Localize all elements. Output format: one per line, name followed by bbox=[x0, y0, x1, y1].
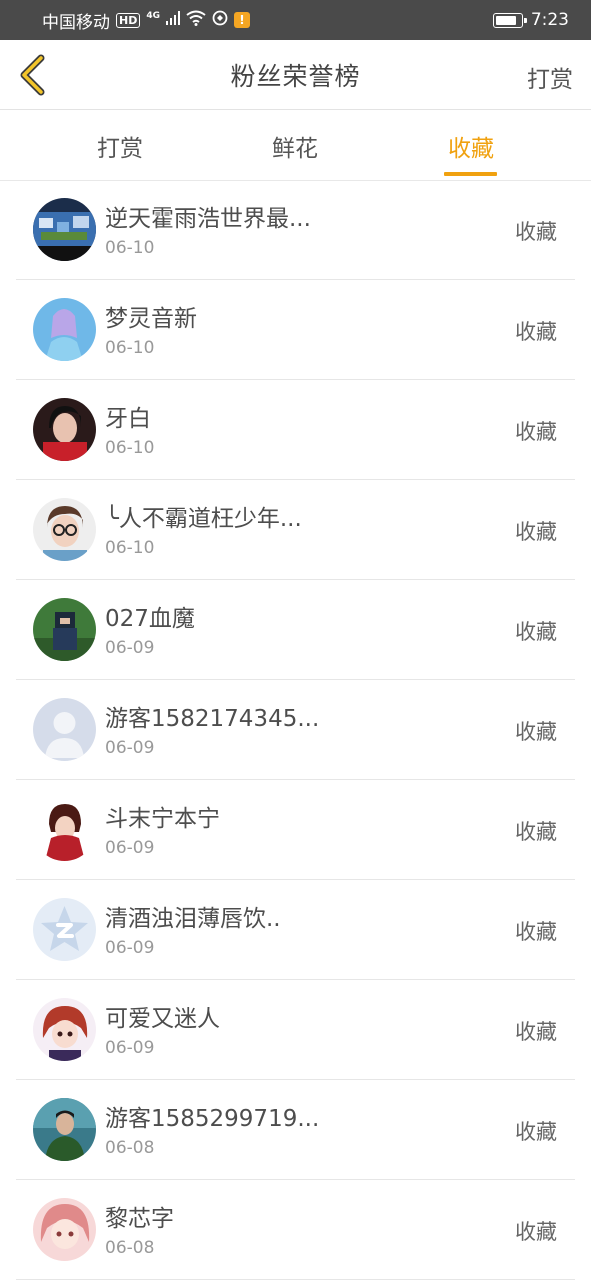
item-date: 06-09 bbox=[105, 738, 155, 758]
favorite-label: 收藏 bbox=[515, 420, 557, 444]
list-item[interactable]: 梦灵音新 06-10 收藏 bbox=[0, 280, 591, 380]
avatar[interactable] bbox=[33, 498, 96, 561]
clock: 7:23 bbox=[530, 10, 569, 30]
user-name: 清酒浊泪薄唇饮.. bbox=[105, 906, 281, 932]
user-name: 逆天霍雨浩世界最... bbox=[105, 206, 311, 232]
wifi-icon bbox=[186, 10, 206, 31]
avatar[interactable] bbox=[33, 898, 96, 961]
list-item[interactable]: ╰人不霸道枉少年... 06-10 收藏 bbox=[0, 480, 591, 580]
avatar[interactable] bbox=[33, 598, 96, 661]
tab-bar: 打赏 鲜花 收藏 bbox=[0, 111, 591, 181]
app-header: 粉丝荣誉榜 打赏 bbox=[0, 40, 591, 110]
favorite-label: 收藏 bbox=[515, 320, 557, 344]
item-date: 06-10 bbox=[105, 538, 155, 558]
user-name: 游客1585299719... bbox=[105, 1106, 320, 1132]
tab-reward[interactable]: 打赏 bbox=[70, 111, 170, 181]
favorite-label: 收藏 bbox=[515, 820, 557, 844]
notification-badge-icon: ! bbox=[234, 12, 250, 28]
status-right: 7:23 bbox=[492, 10, 569, 30]
list-item[interactable]: 游客1582174345... 06-09 收藏 bbox=[0, 680, 591, 780]
item-date: 06-08 bbox=[105, 1138, 155, 1158]
hotspot-icon bbox=[212, 10, 228, 31]
status-left: 中国移动 HD 4G ! bbox=[42, 8, 250, 33]
avatar[interactable] bbox=[33, 1198, 96, 1261]
signal-icon bbox=[166, 10, 180, 30]
hd-icon: HD bbox=[116, 12, 141, 28]
item-date: 06-09 bbox=[105, 838, 155, 858]
list-item[interactable]: 牙白 06-10 收藏 bbox=[0, 380, 591, 480]
list-item[interactable]: 可爱又迷人 06-09 收藏 bbox=[0, 980, 591, 1080]
battery-level bbox=[495, 15, 517, 25]
list-item[interactable]: 游客1585299719... 06-08 收藏 bbox=[0, 1080, 591, 1180]
list-item[interactable]: 027血魔 06-09 收藏 bbox=[0, 580, 591, 680]
favorite-label: 收藏 bbox=[515, 520, 557, 544]
favorite-label: 收藏 bbox=[515, 220, 557, 244]
list-item[interactable]: 清酒浊泪薄唇饮.. 06-09 收藏 bbox=[0, 880, 591, 980]
item-date: 06-10 bbox=[105, 338, 155, 358]
user-name: 梦灵音新 bbox=[105, 306, 197, 332]
user-name: 027血魔 bbox=[105, 606, 195, 632]
tab-favorites[interactable]: 收藏 bbox=[421, 111, 521, 181]
favorite-label: 收藏 bbox=[515, 720, 557, 744]
user-name: 黎芯字 bbox=[105, 1206, 174, 1232]
favorite-label: 收藏 bbox=[515, 1020, 557, 1044]
list-item[interactable]: 黎芯字 06-08 收藏 bbox=[0, 1180, 591, 1280]
item-date: 06-08 bbox=[105, 1238, 155, 1258]
tab-flowers[interactable]: 鲜花 bbox=[245, 111, 345, 181]
favorite-label: 收藏 bbox=[515, 1220, 557, 1244]
user-name: 游客1582174345... bbox=[105, 706, 320, 732]
battery-icon bbox=[492, 12, 527, 28]
avatar[interactable] bbox=[33, 698, 96, 761]
list-item[interactable]: 逆天霍雨浩世界最... 06-10 收藏 bbox=[0, 180, 591, 280]
favorite-label: 收藏 bbox=[515, 920, 557, 944]
carrier-label: 中国移动 bbox=[42, 12, 110, 33]
user-name: 斗末宁本宁 bbox=[105, 806, 220, 832]
item-date: 06-09 bbox=[105, 1038, 155, 1058]
list-item[interactable]: 斗末宁本宁 06-09 收藏 bbox=[0, 780, 591, 880]
reward-header-button[interactable]: 打赏 bbox=[527, 60, 573, 94]
avatar[interactable] bbox=[33, 198, 96, 261]
item-date: 06-09 bbox=[105, 638, 155, 658]
network-type-label: 4G bbox=[146, 11, 160, 21]
status-bar: 中国移动 HD 4G ! 7:23 bbox=[0, 0, 591, 40]
avatar[interactable] bbox=[33, 798, 96, 861]
user-name: ╰人不霸道枉少年... bbox=[105, 506, 302, 532]
avatar[interactable] bbox=[33, 998, 96, 1061]
user-name: 可爱又迷人 bbox=[105, 1006, 220, 1032]
item-date: 06-10 bbox=[105, 438, 155, 458]
item-date: 06-09 bbox=[105, 938, 155, 958]
favorite-label: 收藏 bbox=[515, 620, 557, 644]
user-name: 牙白 bbox=[105, 406, 151, 432]
avatar[interactable] bbox=[33, 398, 96, 461]
item-date: 06-10 bbox=[105, 238, 155, 258]
avatar[interactable] bbox=[33, 298, 96, 361]
back-button[interactable] bbox=[10, 52, 54, 98]
favorite-label: 收藏 bbox=[515, 1120, 557, 1144]
active-tab-indicator bbox=[444, 172, 497, 176]
avatar[interactable] bbox=[33, 1098, 96, 1161]
page-title: 粉丝荣誉榜 bbox=[230, 61, 361, 91]
chevron-left-icon bbox=[20, 54, 45, 96]
fan-list: 逆天霍雨浩世界最... 06-10 收藏 梦灵音新 06-10 收藏 牙白 06-10 收藏 ╰人… bbox=[0, 180, 591, 1280]
